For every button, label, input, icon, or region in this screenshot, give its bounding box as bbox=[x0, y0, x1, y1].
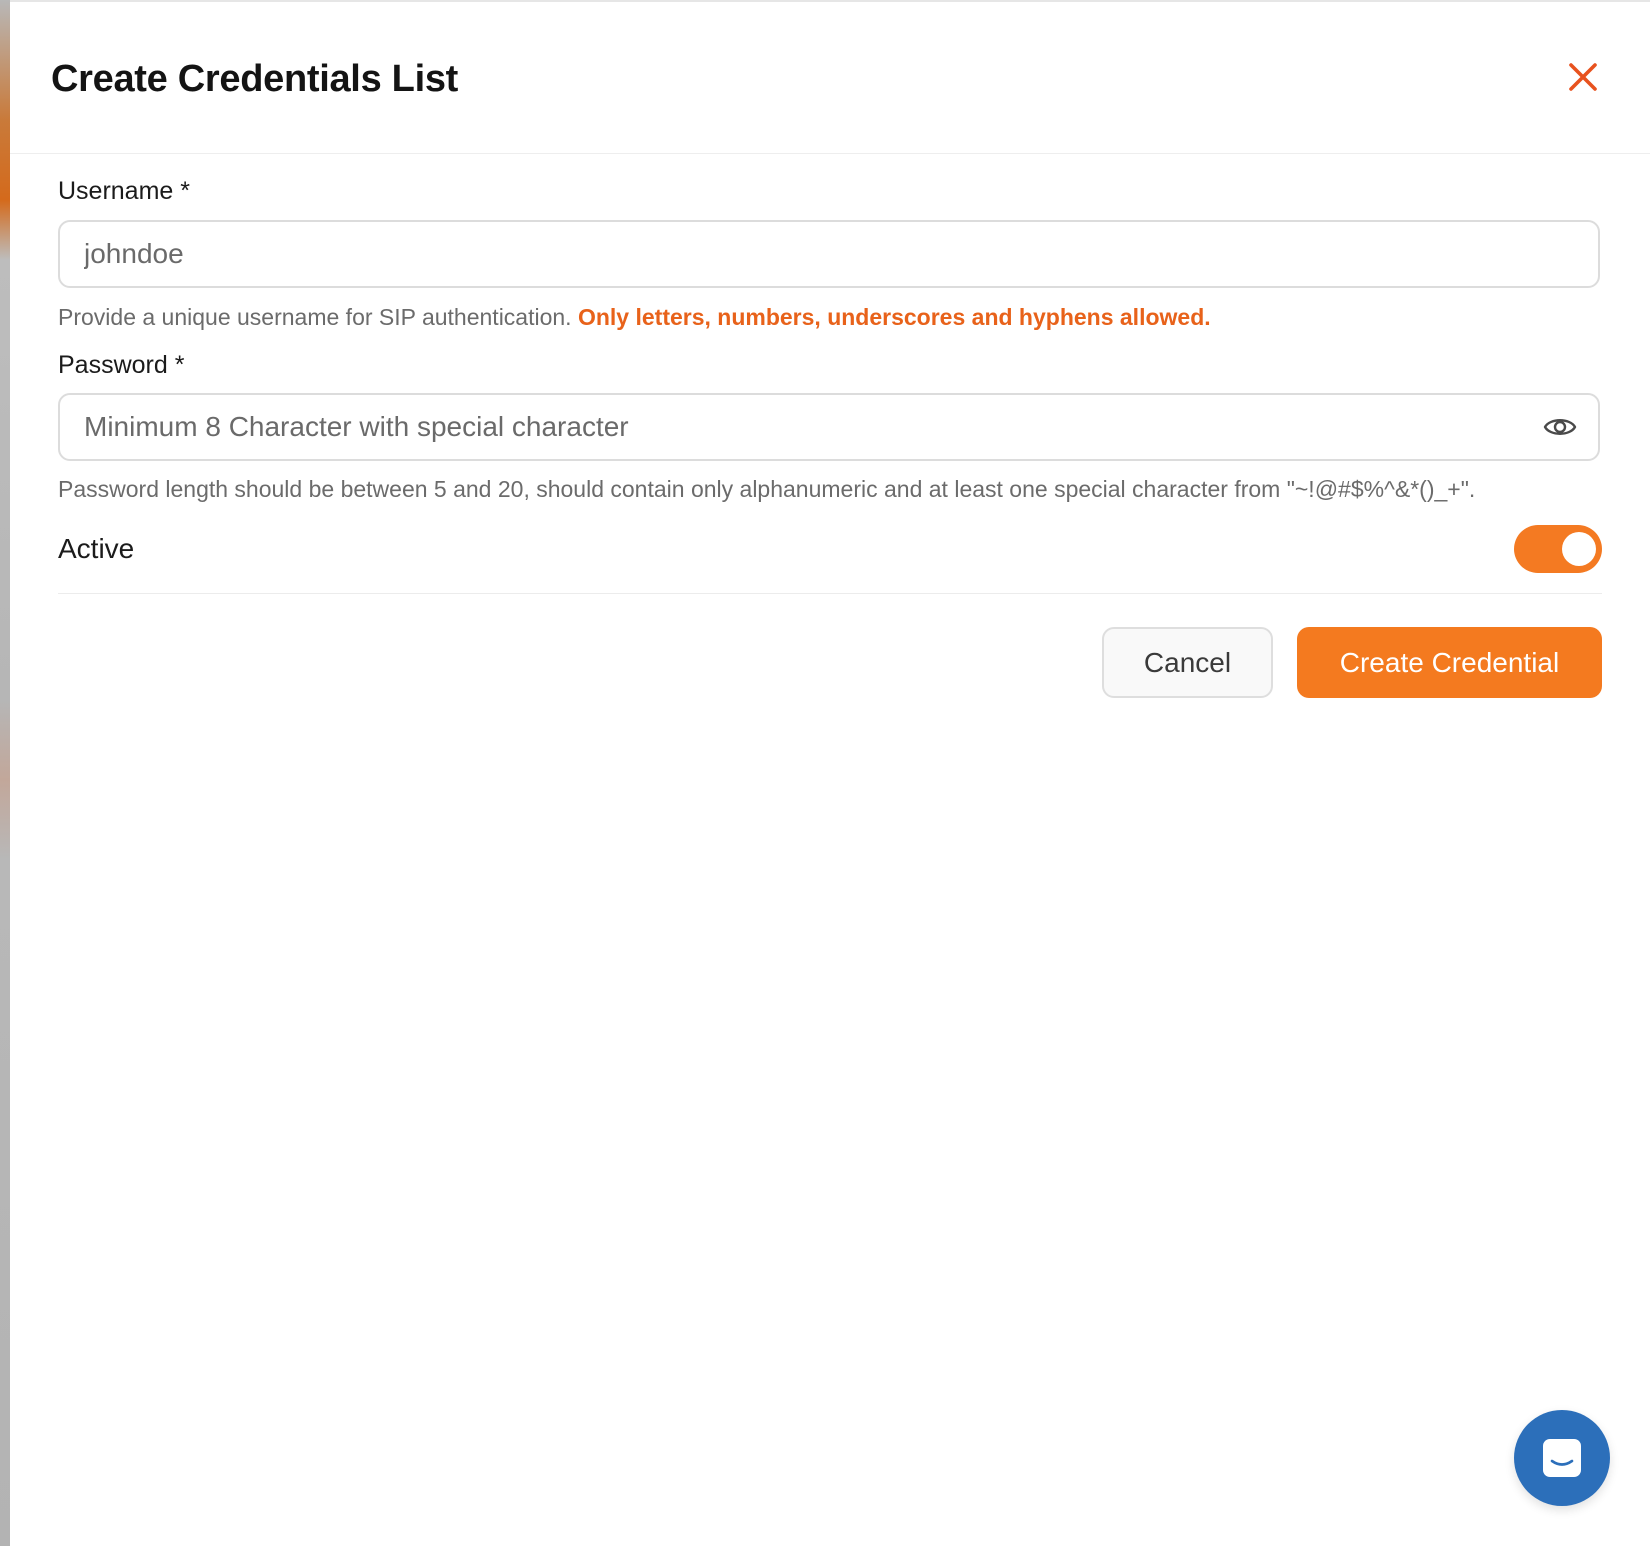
username-input[interactable] bbox=[84, 222, 1464, 286]
chat-icon bbox=[1543, 1439, 1581, 1477]
username-help-warning: Only letters, numbers, underscores and h… bbox=[577, 304, 1211, 330]
password-field bbox=[58, 393, 1600, 461]
active-toggle[interactable] bbox=[1514, 525, 1602, 573]
create-credential-button[interactable]: Create Credential bbox=[1297, 627, 1602, 698]
eye-icon bbox=[1543, 419, 1577, 435]
toggle-knob bbox=[1562, 532, 1596, 566]
username-help: Provide a unique username for SIP authen… bbox=[58, 302, 1211, 332]
page: Create Credentials List Username * Provi… bbox=[0, 0, 1650, 1546]
password-help: Password length should be between 5 and … bbox=[58, 476, 1476, 502]
close-icon bbox=[1569, 63, 1597, 91]
form-divider bbox=[58, 593, 1602, 594]
cancel-button[interactable]: Cancel bbox=[1102, 627, 1273, 698]
password-label: Password * bbox=[58, 351, 185, 379]
username-field bbox=[58, 220, 1600, 288]
chat-launcher-button[interactable] bbox=[1514, 1410, 1610, 1506]
backdrop-strip bbox=[0, 0, 10, 1546]
toggle-password-visibility-button[interactable] bbox=[1542, 409, 1578, 445]
password-input[interactable] bbox=[84, 395, 1464, 459]
modal-title: Create Credentials List bbox=[51, 58, 459, 100]
close-button[interactable] bbox=[1560, 54, 1606, 100]
active-label: Active bbox=[58, 533, 135, 564]
modal-header: Create Credentials List bbox=[10, 2, 1650, 154]
username-label: Username * bbox=[58, 177, 190, 205]
username-help-text: Provide a unique username for SIP authen… bbox=[58, 304, 572, 330]
